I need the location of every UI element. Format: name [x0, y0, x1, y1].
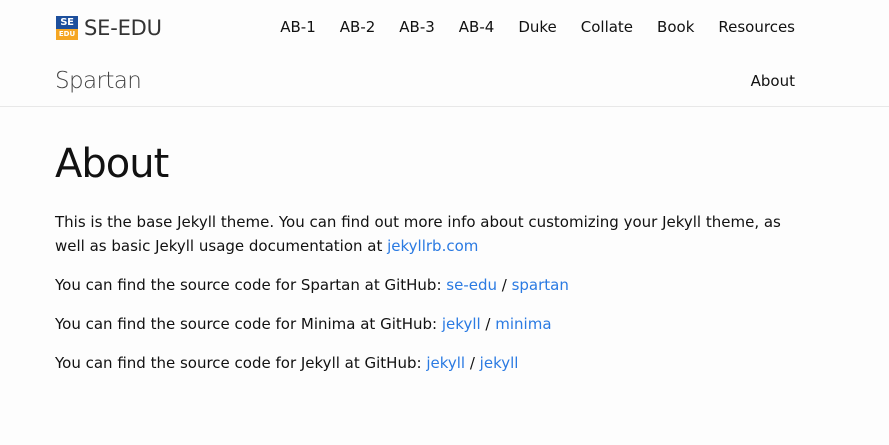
brand-link[interactable]: SE EDU SE-EDU [56, 16, 162, 40]
minima-source-text: You can find the source code for Minima … [55, 315, 442, 333]
nav-link-ab-4[interactable]: AB-4 [459, 17, 495, 37]
site-header: Spartan About [0, 56, 889, 107]
page-title: About [55, 141, 169, 187]
jekyll-source-text: You can find the source code for Jekyll … [55, 354, 427, 372]
nav-link-ab-3[interactable]: AB-3 [399, 17, 435, 37]
jekyllrb-link[interactable]: jekyllrb.com [387, 237, 478, 255]
site-title-link[interactable]: Spartan [55, 66, 142, 96]
minima-source-paragraph: You can find the source code for Minima … [55, 312, 815, 336]
minima-repo-link[interactable]: minima [495, 315, 551, 333]
intro-paragraph: This is the base Jekyll theme. You can f… [55, 210, 815, 258]
se-edu-owner-link[interactable]: se-edu [446, 276, 497, 294]
top-nav: AB-1 AB-2 AB-3 AB-4 Duke Collate Book Re… [256, 17, 795, 37]
nav-link-collate[interactable]: Collate [581, 17, 633, 37]
jekyll-repo-link[interactable]: jekyll [480, 354, 519, 372]
nav-link-ab-1[interactable]: AB-1 [280, 17, 316, 37]
top-header: SE EDU SE-EDU AB-1 AB-2 AB-3 AB-4 Duke C… [0, 0, 889, 56]
nav-link-duke[interactable]: Duke [518, 17, 556, 37]
nav-link-resources[interactable]: Resources [718, 17, 795, 37]
nav-link-book[interactable]: Book [657, 17, 694, 37]
path-separator: / [465, 354, 480, 372]
site-nav-about-link[interactable]: About [751, 72, 795, 90]
spartan-source-paragraph: You can find the source code for Spartan… [55, 273, 815, 297]
path-separator: / [497, 276, 512, 294]
jekyll-owner-link[interactable]: jekyll [442, 315, 481, 333]
site-nav: About [751, 71, 795, 91]
nav-link-ab-2[interactable]: AB-2 [340, 17, 376, 37]
logo-top-text: SE [56, 16, 78, 29]
jekyll-source-paragraph: You can find the source code for Jekyll … [55, 351, 815, 375]
path-separator: / [480, 315, 496, 333]
brand-name: SE-EDU [84, 16, 162, 40]
jekyll-owner-link[interactable]: jekyll [426, 354, 465, 372]
main-content: About This is the base Jekyll theme. You… [55, 140, 815, 390]
logo-bottom-text: EDU [56, 29, 78, 40]
se-edu-logo-icon: SE EDU [56, 16, 78, 40]
spartan-source-text: You can find the source code for Spartan… [55, 276, 447, 294]
spartan-repo-link[interactable]: spartan [512, 276, 569, 294]
